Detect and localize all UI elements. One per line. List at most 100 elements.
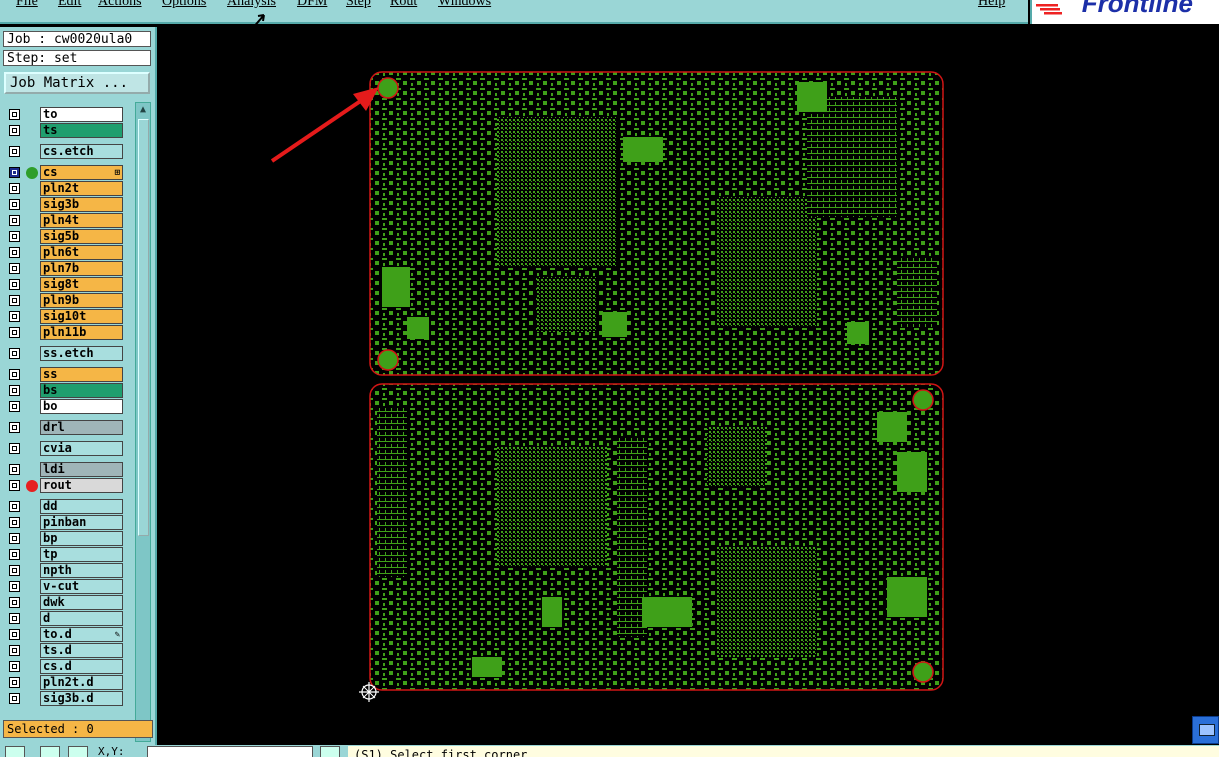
xy-input[interactable] xyxy=(147,746,313,757)
layer-row-v-cut[interactable]: v-cut xyxy=(4,579,125,595)
layer-row-ts-d[interactable]: ts.d xyxy=(4,643,125,659)
layer-row-sig10t[interactable]: sig10t xyxy=(4,309,125,325)
layer-checkbox[interactable] xyxy=(9,215,20,226)
layer-row-pinban[interactable]: pinban xyxy=(4,515,125,531)
layer-checkbox[interactable] xyxy=(9,645,20,656)
layer-name[interactable]: pln11b xyxy=(40,325,123,340)
layer-checkbox[interactable] xyxy=(9,501,20,512)
layer-checkbox[interactable] xyxy=(9,693,20,704)
layer-name[interactable]: cs ⊞ xyxy=(40,165,123,180)
layer-name[interactable]: to xyxy=(40,107,123,122)
layer-checkbox[interactable] xyxy=(9,311,20,322)
select-tool-button[interactable] xyxy=(5,746,25,757)
layer-row-to-d[interactable]: to.d ✎ xyxy=(4,627,125,643)
layer-name[interactable]: pln2t xyxy=(40,181,123,196)
layer-row-pln9b[interactable]: pln9b xyxy=(4,293,125,309)
layer-checkbox[interactable] xyxy=(9,517,20,528)
layer-name[interactable]: pln2t.d xyxy=(40,675,123,690)
layer-name[interactable]: sig3b xyxy=(40,197,123,212)
layer-row-drl[interactable]: drl xyxy=(4,420,125,436)
layer-checkbox[interactable] xyxy=(9,629,20,640)
layer-row-npth[interactable]: npth xyxy=(4,563,125,579)
menu-analysis[interactable]: Analysis xyxy=(227,0,276,10)
layer-checkbox[interactable] xyxy=(9,327,20,338)
layer-checkbox[interactable] xyxy=(9,183,20,194)
layer-checkbox[interactable] xyxy=(9,613,20,624)
layer-row-pln4t[interactable]: pln4t xyxy=(4,213,125,229)
layer-row-sig8t[interactable]: sig8t xyxy=(4,277,125,293)
layer-row-pln2t[interactable]: pln2t xyxy=(4,181,125,197)
layer-checkbox[interactable] xyxy=(9,247,20,258)
menu-dfm[interactable]: DFM xyxy=(297,0,327,10)
layer-row-bp[interactable]: bp xyxy=(4,531,125,547)
layer-checkbox[interactable] xyxy=(9,348,20,359)
layer-checkbox[interactable] xyxy=(9,369,20,380)
layer-name[interactable]: dwk xyxy=(40,595,123,610)
menu-step[interactable]: Step xyxy=(346,0,371,10)
layer-checkbox[interactable] xyxy=(9,597,20,608)
layer-row-cvia[interactable]: cvia xyxy=(4,441,125,457)
job-matrix-button[interactable]: Job Matrix ... xyxy=(4,72,150,94)
layer-row-to[interactable]: to xyxy=(4,107,125,123)
layer-name[interactable]: pinban xyxy=(40,515,123,530)
layer-checkbox[interactable] xyxy=(9,422,20,433)
layer-checkbox[interactable] xyxy=(9,385,20,396)
layer-checkbox[interactable] xyxy=(9,549,20,560)
layer-row-ldi[interactable]: ldi xyxy=(4,462,125,478)
layer-row-tp[interactable]: tp xyxy=(4,547,125,563)
menu-help[interactable]: Help xyxy=(978,0,1005,10)
layer-name[interactable]: to.d ✎ xyxy=(40,627,123,642)
pcb-board-view[interactable] xyxy=(157,27,1219,745)
layer-name[interactable]: sig8t xyxy=(40,277,123,292)
layer-row-cs-etch[interactable]: cs.etch xyxy=(4,144,125,160)
layer-checkbox[interactable] xyxy=(9,661,20,672)
layer-name[interactable]: sig3b.d xyxy=(40,691,123,706)
layer-row-pln2t-d[interactable]: pln2t.d xyxy=(4,675,125,691)
layer-name[interactable]: ts.d xyxy=(40,643,123,658)
layer-name[interactable]: pln9b xyxy=(40,293,123,308)
layer-checkbox[interactable] xyxy=(9,125,20,136)
layer-name[interactable]: ss xyxy=(40,367,123,382)
layer-checkbox[interactable] xyxy=(9,480,20,491)
layer-name[interactable]: sig5b xyxy=(40,229,123,244)
layer-name[interactable]: pln7b xyxy=(40,261,123,276)
layer-row-ts[interactable]: ts xyxy=(4,123,125,139)
layer-checkbox[interactable] xyxy=(9,199,20,210)
layer-name[interactable]: bs xyxy=(40,383,123,398)
menu-windows[interactable]: Windows xyxy=(438,0,491,10)
layer-row-rout[interactable]: rout xyxy=(4,478,125,494)
layer-row-pln7b[interactable]: pln7b xyxy=(4,261,125,277)
layer-row-bs[interactable]: bs xyxy=(4,383,125,399)
layer-checkbox[interactable] xyxy=(9,279,20,290)
menu-rout[interactable]: Rout xyxy=(390,0,417,10)
layer-checkbox[interactable] xyxy=(9,533,20,544)
layer-name[interactable]: pln6t xyxy=(40,245,123,260)
layer-name[interactable]: cs.etch xyxy=(40,144,123,159)
scroll-up-icon[interactable]: ▲ xyxy=(136,103,150,117)
graphic-canvas[interactable] xyxy=(157,27,1219,745)
layer-name[interactable]: tp xyxy=(40,547,123,562)
layer-name[interactable]: ts xyxy=(40,123,123,138)
layer-name[interactable]: v-cut xyxy=(40,579,123,594)
layer-row-cs[interactable]: cs ⊞ xyxy=(4,165,125,181)
scroll-thumb[interactable] xyxy=(138,119,149,536)
layer-row-sig3b[interactable]: sig3b xyxy=(4,197,125,213)
layer-row-ss[interactable]: ss xyxy=(4,367,125,383)
side-tool-icon[interactable] xyxy=(1192,716,1219,744)
layer-name[interactable]: d xyxy=(40,611,123,626)
layer-checkbox[interactable] xyxy=(9,464,20,475)
layer-row-dwk[interactable]: dwk xyxy=(4,595,125,611)
layer-name[interactable]: ss.etch xyxy=(40,346,123,361)
layer-name[interactable]: npth xyxy=(40,563,123,578)
layer-name[interactable]: pln4t xyxy=(40,213,123,228)
layer-checkbox[interactable] xyxy=(9,167,20,178)
layer-checkbox[interactable] xyxy=(9,263,20,274)
layer-row-d[interactable]: d xyxy=(4,611,125,627)
menu-actions[interactable]: Actions xyxy=(98,0,142,10)
layer-row-pln6t[interactable]: pln6t xyxy=(4,245,125,261)
layer-name[interactable]: cs.d xyxy=(40,659,123,674)
layer-row-cs-d[interactable]: cs.d xyxy=(4,659,125,675)
layer-row-sig3b-d[interactable]: sig3b.d xyxy=(4,691,125,707)
layer-checkbox[interactable] xyxy=(9,443,20,454)
layer-checkbox[interactable] xyxy=(9,677,20,688)
